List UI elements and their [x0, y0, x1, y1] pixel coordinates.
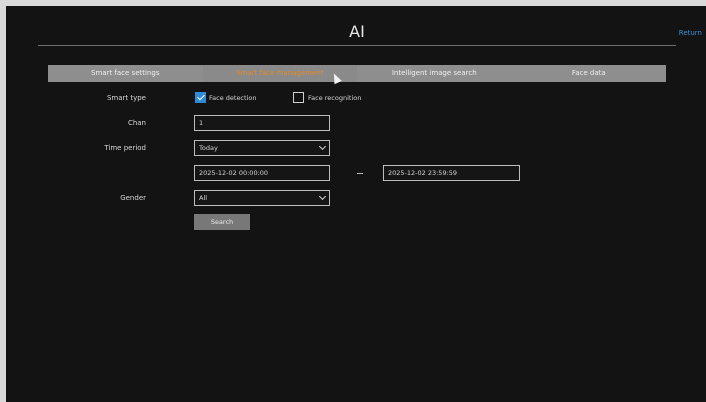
- title-divider: [38, 45, 676, 46]
- face-recognition-checkbox[interactable]: [293, 92, 304, 103]
- gender-value: All: [199, 194, 208, 202]
- return-link[interactable]: Return: [679, 29, 702, 37]
- chevron-down-icon: [318, 192, 327, 201]
- time-period-select[interactable]: Today: [194, 140, 330, 156]
- search-button[interactable]: Search: [194, 214, 250, 230]
- gender-select[interactable]: All: [194, 190, 330, 206]
- tab-intelligent-image-search[interactable]: Intelligent image search: [357, 65, 512, 82]
- face-detection-checkbox[interactable]: [195, 92, 206, 103]
- chevron-down-icon: [318, 142, 327, 151]
- time-period-label: Time period: [104, 144, 146, 152]
- chan-label: Chan: [127, 119, 146, 127]
- face-recognition-label: Face recognition: [308, 94, 362, 102]
- smart-type-label: Smart type: [106, 94, 146, 102]
- end-time-input[interactable]: 2025-12-02 23:59:59: [383, 165, 520, 181]
- range-dash: [357, 173, 363, 174]
- page-title: AI: [349, 22, 365, 41]
- time-period-value: Today: [199, 144, 218, 152]
- start-time-input[interactable]: 2025-12-02 00:00:00: [194, 165, 330, 181]
- face-detection-label: Face detection: [209, 94, 257, 102]
- gender-label: Gender: [120, 194, 146, 202]
- tab-smart-face-settings[interactable]: Smart face settings: [48, 65, 203, 82]
- tab-face-data[interactable]: Face data: [512, 65, 667, 82]
- chan-input[interactable]: 1: [194, 115, 330, 131]
- tab-bar: Smart face settings Smart face managemen…: [48, 65, 666, 82]
